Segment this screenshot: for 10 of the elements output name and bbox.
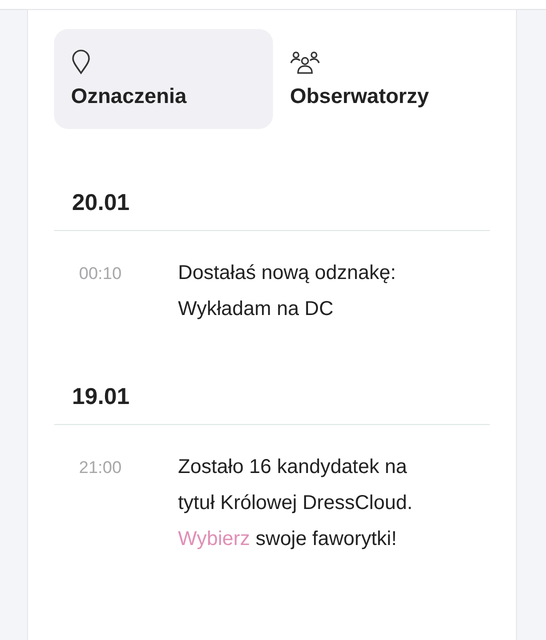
notification-text: Dostałaś nową odznakę: Wykładam na DC [178,261,396,322]
people-icon [290,51,320,75]
date-heading: 19.01 [71,382,131,410]
notification-text: Zostało 16 kandydatek na tytuł Królowej DressCloud. Wybierz swoje faworytki! [178,455,413,552]
time-label: 00:10 [79,263,123,284]
time-label: 21:00 [79,457,123,478]
pin-icon [71,49,91,75]
tab[interactable]: Obserwatorzy [273,29,492,129]
tab[interactable]: Oznaczenia [54,29,273,129]
date-heading: 20.01 [71,188,131,216]
